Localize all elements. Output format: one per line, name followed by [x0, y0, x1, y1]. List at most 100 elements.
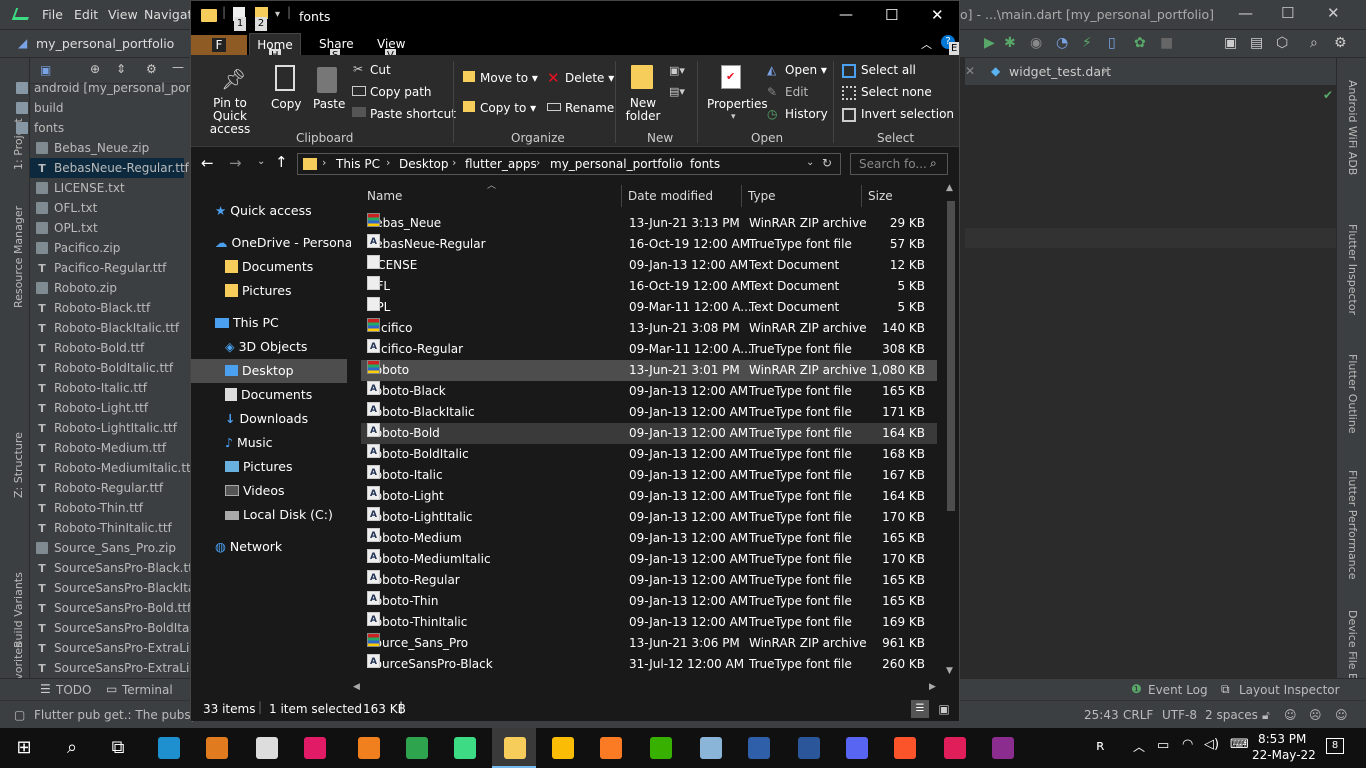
word-icon[interactable] [798, 737, 820, 759]
project-tree-item[interactable]: T Roboto-Italic.ttf [36, 378, 190, 398]
history-button[interactable]: History [785, 107, 828, 121]
column-type[interactable]: Type [748, 189, 776, 203]
hot-reload-icon[interactable]: ⚡ [1082, 35, 1092, 51]
vertical-scrollbar[interactable]: ▲ ▼ [943, 181, 959, 681]
scroll-right-icon[interactable]: ▶ [929, 682, 936, 692]
tab-resource-manager[interactable]: Resource Manager [12, 206, 25, 308]
project-view-icon[interactable]: ▣ [40, 63, 51, 77]
pin-to-quick-access-button[interactable]: Pin to Quick access [197, 97, 263, 136]
project-tree-item[interactable]: T SourceSansPro-BlackItali [36, 578, 202, 598]
file-row[interactable]: BebasNeue-Regular 16-Oct-19 12:00 AMTrueT… [361, 232, 937, 255]
project-tree-item[interactable]: build [16, 98, 190, 118]
tab-flutter-performance[interactable]: Flutter Performance [1346, 470, 1359, 579]
project-tree-item[interactable]: T SourceSansPro-Bold.ttf [36, 598, 191, 618]
tab-structure[interactable]: Z: Structure [12, 432, 25, 498]
project-tree-item[interactable]: T BebasNeue-Regular.ttf [30, 158, 189, 178]
slack-icon[interactable] [944, 737, 966, 759]
edit-button[interactable]: Edit [785, 85, 808, 99]
tab-build-variants[interactable]: Build Variants [12, 572, 25, 648]
volume-icon[interactable]: ◁) [1204, 737, 1219, 752]
pycharm-icon[interactable] [406, 737, 428, 759]
file-row[interactable]: Roboto-Regular 09-Jan-13 12:00 AMTrueType… [361, 568, 937, 591]
close-tab-icon[interactable]: ✕ [1101, 64, 1111, 78]
layout-inspector-tab[interactable]: Layout Inspector [1239, 683, 1340, 697]
project-tree-item[interactable]: T Roboto-BoldItalic.ttf [36, 358, 190, 378]
horizontal-scrollbar[interactable]: ◀ ▶ [351, 681, 939, 697]
close-button[interactable]: ✕ [931, 6, 944, 24]
project-tree-item[interactable]: LICENSE.txt [36, 178, 190, 198]
project-tree-item[interactable]: Bebas_Neue.zip [36, 138, 190, 158]
select-all-button[interactable]: Select all [861, 63, 916, 77]
gear-icon[interactable]: ⚙ [146, 62, 157, 76]
file-row[interactable]: Roboto 13-Jun-21 3:01 PM WinRAR ZIP archiv… [361, 360, 937, 381]
wifi-icon[interactable]: ◠ [1182, 737, 1193, 752]
project-tree-item[interactable]: Pacifico.zip [36, 238, 190, 258]
project-tree-item[interactable]: T Roboto-Light.ttf [36, 398, 190, 418]
crumb-desktop[interactable]: Desktop [399, 157, 449, 171]
file-row[interactable]: Bebas_Neue 13-Jun-21 3:13 PM WinRAR ZIP ar… [361, 213, 937, 234]
show-hidden-icons-icon[interactable]: ︿ [1133, 738, 1145, 755]
nav-music[interactable]: ♪ Music [225, 431, 273, 455]
search-icon[interactable]: ⌕ [60, 737, 84, 759]
attach-icon[interactable]: ◔ [1056, 35, 1068, 51]
line-separator[interactable]: CRLF [1123, 708, 1153, 722]
face-icon[interactable]: ☹ [1309, 708, 1322, 722]
xampp-icon[interactable] [600, 737, 622, 759]
paste-button[interactable]: Paste [313, 97, 345, 111]
nav-pictures[interactable]: Pictures [225, 455, 292, 479]
collapse-ribbon-icon[interactable]: ︿ [921, 36, 932, 52]
file-row[interactable]: Roboto-Italic 09-Jan-13 12:00 AMTrueType … [361, 463, 937, 486]
code-editor[interactable]: ✔ [965, 86, 1336, 676]
edge-icon[interactable] [158, 737, 180, 759]
minimize-button[interactable]: — [839, 7, 853, 23]
file-row[interactable]: Pacifico-Regular 09-Mar-11 12:00 A...True… [361, 337, 937, 360]
hide-icon[interactable]: — [172, 60, 184, 74]
column-date-modified[interactable]: Date modified [628, 189, 713, 203]
project-tree-item[interactable]: T Roboto-Thin.ttf [36, 498, 190, 518]
project-tree-item[interactable]: T SourceSansPro-Black.ttf [36, 558, 197, 578]
nav-quick-access[interactable]: ★ Quick access [215, 199, 312, 223]
file-row[interactable]: Roboto-Medium 09-Jan-13 12:00 AMTrueType … [361, 526, 937, 549]
file-row[interactable]: OPL 09-Mar-11 12:00 A...Text Document 5 KB [361, 297, 937, 318]
rename-button[interactable]: Rename [565, 101, 614, 115]
address-bar[interactable]: › This PC › Desktop › flutter_apps › my_… [297, 153, 841, 175]
chrome-icon[interactable] [552, 737, 574, 759]
tab-flutter-inspector[interactable]: Flutter Inspector [1346, 224, 1359, 315]
address-dropdown-icon[interactable]: ⌄ [806, 157, 814, 168]
qat-dropdown-icon[interactable]: ▾ [275, 9, 280, 20]
project-tree-item[interactable]: T SourceSansPro-BoldItalic [36, 618, 202, 638]
tab-android-wifi-adb[interactable]: Android WiFi ADB [1346, 80, 1359, 175]
project-tree-item[interactable]: Source_Sans_Pro.zip [36, 538, 190, 558]
file-row[interactable]: Roboto-Black 09-Jan-13 12:00 AMTrueType f… [361, 379, 937, 402]
column-size[interactable]: Size [868, 189, 893, 203]
refresh-icon[interactable]: ↻ [822, 156, 832, 170]
tab-flutter-outline[interactable]: Flutter Outline [1346, 354, 1359, 434]
crumb-my-personal-portfolio[interactable]: my_personal_portfolio [550, 157, 683, 171]
back-icon[interactable]: ← [201, 154, 214, 172]
delete-button[interactable]: Delete ▾ [565, 71, 614, 85]
easy-access-icon[interactable]: ▤▾ [669, 85, 685, 98]
cut-button[interactable]: Cut [370, 63, 391, 77]
project-tree-item[interactable]: T SourceSansPro-ExtraLigh [36, 658, 204, 678]
project-tree-item[interactable]: OFL.txt [36, 198, 190, 218]
ide-breadcrumb[interactable]: my_personal_portfolio [36, 36, 174, 51]
start-icon[interactable]: ⊞ [12, 737, 36, 759]
keyboard-icon[interactable]: ⌨ [1230, 737, 1249, 752]
forward-icon[interactable]: → [229, 154, 242, 172]
close-tab-icon[interactable]: ✕ [965, 64, 975, 78]
file-row[interactable]: Roboto-LightItalic 09-Jan-13 12:00 AMTrue… [361, 505, 937, 528]
discord-icon[interactable] [846, 737, 868, 759]
indent-setting[interactable]: 2 spaces [1205, 708, 1258, 722]
face-icon[interactable]: ☺ [1284, 708, 1297, 722]
debug-icon[interactable]: ✱ [1004, 35, 1016, 51]
scroll-left-icon[interactable]: ◀ [353, 682, 360, 692]
file-row[interactable]: Roboto-Bold 09-Jan-13 12:00 AMTrueType fo… [361, 421, 937, 444]
project-tree-item[interactable]: T Roboto-ThinItalic.ttf [36, 518, 190, 538]
copy-to-button[interactable]: Copy to ▾ [480, 101, 536, 115]
project-tree-item[interactable]: T Roboto-LightItalic.ttf [36, 418, 190, 438]
invert-selection-button[interactable]: Invert selection [861, 107, 954, 121]
run-icon[interactable]: ▶ [984, 35, 995, 51]
collapse-icon[interactable]: ⇕ [116, 62, 126, 76]
search-box[interactable]: Search fo... ⌕ [850, 153, 948, 175]
menu-edit[interactable]: Edit [74, 7, 98, 22]
